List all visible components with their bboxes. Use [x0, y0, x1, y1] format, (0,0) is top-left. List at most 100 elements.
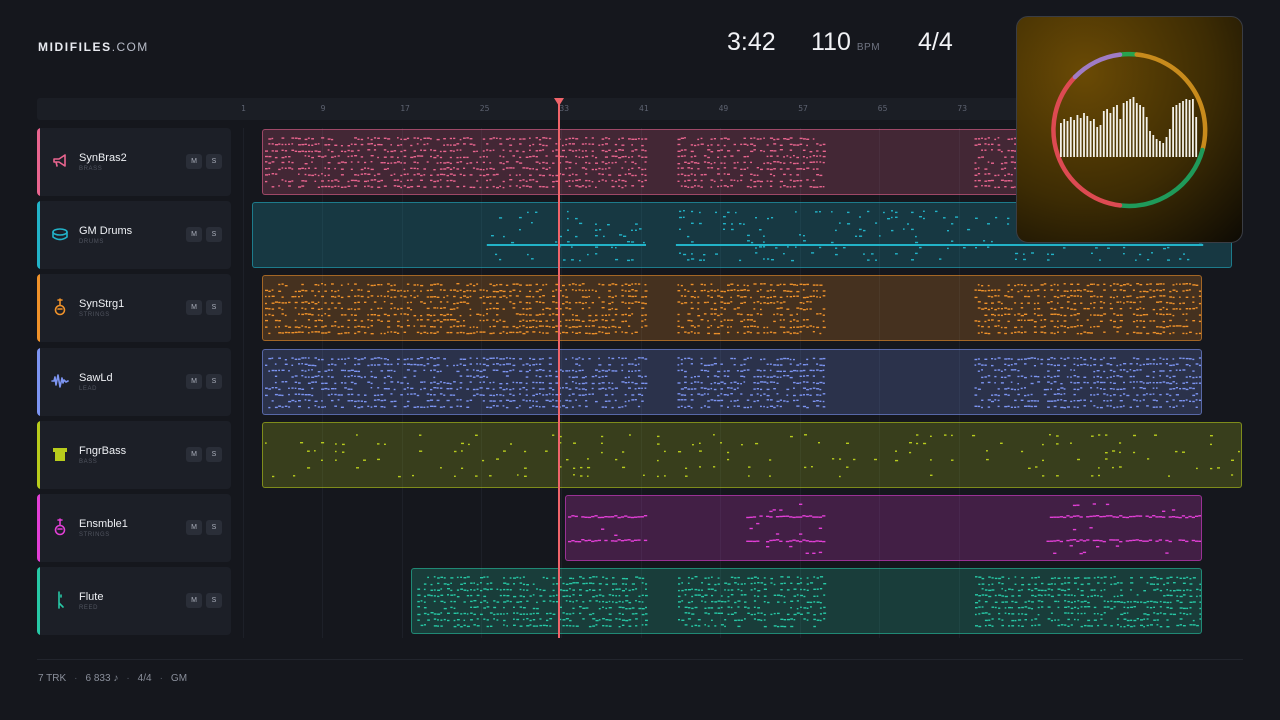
- midi-note: [740, 594, 744, 596]
- midi-note: [763, 601, 766, 603]
- midi-note: [390, 303, 393, 305]
- midi-note: [999, 442, 1003, 444]
- midi-note: [641, 594, 644, 597]
- midi-note: [598, 283, 601, 286]
- mute-button[interactable]: M: [186, 446, 202, 462]
- midi-note: [565, 369, 569, 372]
- midi-note: [1179, 399, 1182, 401]
- midi-note: [763, 150, 765, 153]
- midi-note: [591, 143, 595, 145]
- track-header[interactable]: SynStrg1 STRINGS M S: [37, 274, 231, 343]
- midi-note: [1050, 285, 1053, 287]
- midi-note: [297, 150, 301, 153]
- midi-note: [472, 376, 476, 378]
- midi-note: [1165, 313, 1169, 316]
- midi-note: [604, 539, 608, 542]
- midi-clip[interactable]: [261, 421, 1242, 488]
- solo-button[interactable]: S: [206, 593, 222, 609]
- midi-clip[interactable]: [261, 275, 1203, 342]
- midi-note: [528, 137, 531, 139]
- midi-note: [680, 398, 684, 401]
- solo-button[interactable]: S: [206, 227, 222, 243]
- midi-note: [822, 320, 825, 323]
- mute-button[interactable]: M: [186, 300, 202, 316]
- midi-note: [396, 179, 400, 181]
- midi-note: [420, 149, 422, 151]
- midi-note: [1149, 320, 1152, 323]
- midi-note: [568, 137, 571, 140]
- midi-note: [545, 284, 548, 286]
- midi-note: [538, 387, 542, 390]
- track-header[interactable]: SawLd LEAD M S: [37, 347, 231, 416]
- track-header[interactable]: GM Drums DRUMS M S: [37, 201, 231, 270]
- midi-note: [1126, 333, 1129, 335]
- midi-note: [684, 612, 688, 614]
- midi-note: [929, 458, 932, 461]
- midi-note: [591, 382, 595, 384]
- midi-note: [509, 362, 511, 365]
- midi-note: [759, 394, 762, 396]
- midi-clip[interactable]: [411, 568, 1203, 635]
- midi-note: [693, 332, 696, 335]
- midi-note: [878, 235, 881, 237]
- midi-note: [370, 309, 373, 311]
- midi-note: [347, 369, 351, 372]
- midi-note: [1020, 307, 1024, 309]
- midi-note: [525, 382, 528, 384]
- solo-button[interactable]: S: [206, 373, 222, 389]
- track-header[interactable]: Flute REED M S: [37, 567, 231, 636]
- track-header[interactable]: Ensmble1 STRINGS M S: [37, 494, 231, 562]
- solo-button[interactable]: S: [206, 446, 222, 462]
- track-name: Flute: [79, 591, 104, 604]
- midi-note: [1169, 302, 1173, 305]
- midi-note: [433, 595, 437, 597]
- midi-note: [1103, 392, 1106, 395]
- midi-note: [426, 290, 430, 292]
- midi-note: [874, 222, 878, 224]
- midi-note: [463, 582, 467, 585]
- solo-button[interactable]: S: [206, 300, 222, 316]
- midi-note: [482, 302, 486, 305]
- midi-note: [529, 613, 533, 615]
- midi-clip[interactable]: [261, 348, 1203, 415]
- track-header[interactable]: SynBras2 BRASS M S: [37, 128, 231, 196]
- mute-button[interactable]: M: [186, 154, 202, 169]
- mute-button[interactable]: M: [186, 373, 202, 389]
- midi-note: [1104, 458, 1108, 460]
- midi-note: [990, 319, 994, 322]
- midi-note: [733, 289, 736, 291]
- midi-note: [977, 325, 980, 327]
- midi-note: [492, 308, 496, 310]
- midi-note: [621, 156, 625, 158]
- midi-note: [482, 174, 486, 177]
- midi-note: [383, 137, 387, 139]
- midi-note: [608, 138, 611, 140]
- midi-note: [367, 319, 370, 321]
- midi-note: [592, 625, 596, 627]
- midi-note: [594, 333, 598, 335]
- midi-clip[interactable]: [565, 495, 1203, 561]
- midi-note: [621, 321, 625, 323]
- midi-note: [297, 387, 301, 390]
- midi-note: [990, 162, 994, 164]
- midi-note: [413, 156, 416, 158]
- mute-button[interactable]: M: [186, 593, 202, 609]
- midi-note: [770, 578, 774, 580]
- midi-note: [552, 393, 554, 395]
- midi-note: [457, 589, 460, 591]
- solo-button[interactable]: S: [206, 154, 222, 169]
- track-header[interactable]: FngrBass BASS M S: [37, 420, 231, 489]
- solo-button[interactable]: S: [206, 520, 222, 535]
- midi-note: [545, 137, 548, 139]
- midi-note: [529, 624, 532, 626]
- midi-note: [334, 291, 337, 293]
- midi-note: [347, 185, 351, 187]
- midi-note: [297, 399, 301, 401]
- mute-button[interactable]: M: [186, 520, 202, 535]
- midi-note: [1109, 363, 1113, 365]
- midi-note: [624, 539, 628, 541]
- midi-note: [344, 314, 347, 316]
- midi-note: [631, 156, 634, 158]
- midi-note: [1066, 307, 1069, 310]
- mute-button[interactable]: M: [186, 227, 202, 243]
